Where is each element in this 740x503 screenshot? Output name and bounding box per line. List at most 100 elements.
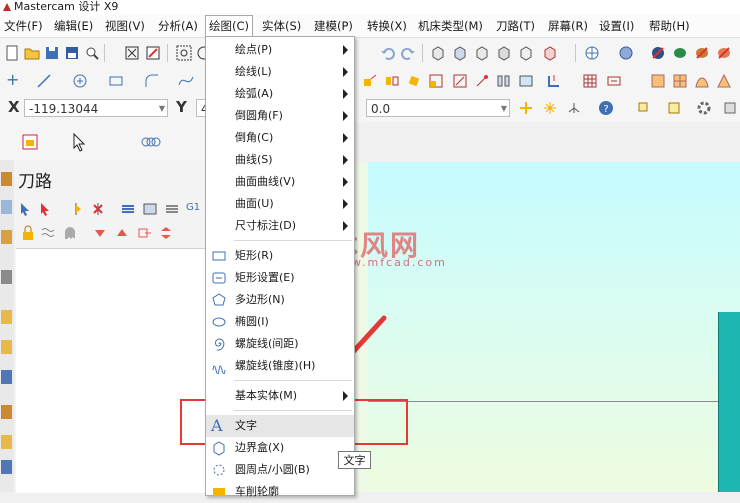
menu-item-line[interactable]: 绘线(L) [206, 61, 354, 83]
graphics-viewport[interactable] [368, 162, 740, 492]
xform-translate-icon[interactable] [362, 73, 378, 89]
menu-item-surface[interactable]: 曲面(U) [206, 193, 354, 215]
planes-icon[interactable] [542, 45, 558, 61]
view-side-icon[interactable] [474, 45, 490, 61]
new-file-icon[interactable] [4, 45, 20, 61]
analyze-icon[interactable] [1, 460, 12, 474]
cylinder-icon[interactable] [1, 340, 12, 354]
open-folder-icon[interactable] [24, 45, 40, 61]
globe-icon[interactable] [584, 45, 600, 61]
chain-select-icon[interactable] [140, 132, 162, 152]
layer-select-icon[interactable] [636, 100, 652, 116]
revolve-surface-icon[interactable] [694, 73, 710, 89]
stock-icon[interactable] [1, 405, 12, 419]
menu-toolpaths[interactable]: 刀路(T) [493, 15, 538, 37]
menu-screen[interactable]: 屏幕(R) [545, 15, 591, 37]
menu-item-bolt-circle[interactable]: 圆周点/小圆(B) [206, 459, 354, 481]
autocursor-settings-icon[interactable] [542, 100, 558, 116]
menu-item-primitives[interactable]: 基本实体(M) [206, 385, 354, 407]
rectangle-tool-icon[interactable] [108, 73, 124, 89]
xform-offset-icon[interactable] [452, 73, 468, 89]
lock-icon[interactable] [20, 225, 36, 241]
backplot-icon[interactable] [120, 201, 136, 217]
menu-item-surface-curve[interactable]: 曲面曲线(V) [206, 171, 354, 193]
sweep-surface-icon[interactable] [716, 73, 732, 89]
insert-arrow-icon[interactable] [136, 225, 152, 241]
select-failed-icon[interactable] [38, 201, 54, 217]
post-g1-icon[interactable]: G1 [186, 202, 200, 213]
menu-item-spiral[interactable]: 螺旋线(间距) [206, 333, 354, 355]
home-machine-icon[interactable] [20, 132, 40, 152]
select-all-icon[interactable] [18, 201, 34, 217]
clear-colors-icon[interactable] [722, 100, 738, 116]
menu-item-helix[interactable]: 螺旋线(锥度)(H) [206, 355, 354, 377]
measure-icon[interactable] [1, 270, 12, 284]
menu-analyze[interactable]: 分析(A) [155, 15, 201, 37]
menu-help[interactable]: 帮助(H) [646, 15, 693, 37]
save-icon[interactable] [44, 45, 60, 61]
xform-stretch-icon[interactable] [496, 73, 512, 89]
z-coordinate-input[interactable]: 0.0 ▼ [366, 99, 510, 117]
grid-icon[interactable] [582, 73, 598, 89]
select-cursor-icon[interactable] [70, 132, 90, 152]
toggle-display-icon[interactable] [40, 225, 56, 241]
undo-icon[interactable] [380, 45, 396, 61]
toolpath-tree[interactable] [16, 248, 206, 493]
xform-project-icon[interactable] [518, 73, 534, 89]
level-icon[interactable] [666, 100, 682, 116]
menu-create[interactable]: 绘图(C) [205, 15, 254, 38]
fit-screen-icon[interactable] [124, 45, 140, 61]
surface-grid-icon[interactable] [672, 73, 688, 89]
verify-icon[interactable] [142, 201, 158, 217]
wireframe-off-icon[interactable] [694, 45, 710, 61]
move-up-icon[interactable] [114, 225, 130, 241]
menu-item-rectangle-settings[interactable]: 矩形设置(E) [206, 267, 354, 289]
xform-mirror-icon[interactable] [384, 73, 400, 89]
ghost-icon[interactable] [62, 225, 78, 241]
menu-xform[interactable]: 转换(X) [364, 15, 410, 37]
view-iso-icon[interactable] [496, 45, 512, 61]
regenerate-icon[interactable] [68, 201, 84, 217]
view-front-icon[interactable] [452, 45, 468, 61]
xform-array-icon[interactable] [474, 73, 490, 89]
shading-red-icon[interactable] [650, 45, 666, 61]
circle-center-icon[interactable] [72, 73, 88, 89]
menu-item-curve[interactable]: 曲线(S) [206, 149, 354, 171]
menu-machine-type[interactable]: 机床类型(M) [415, 15, 486, 37]
surface-icon[interactable] [650, 73, 666, 89]
level-manager-icon[interactable] [1, 172, 12, 186]
x-coordinate-input[interactable]: -119.13044 ▼ [24, 99, 168, 117]
solid-model-block[interactable] [718, 312, 740, 492]
menu-item-dimension[interactable]: 尺寸标注(D) [206, 215, 354, 237]
menu-item-ellipse[interactable]: 椭圆(I) [206, 311, 354, 333]
menu-settings[interactable]: 设置(I) [596, 15, 637, 37]
save-as-icon[interactable] [64, 45, 80, 61]
menu-file[interactable]: 文件(F) [1, 15, 46, 37]
regenerate-dirty-icon[interactable] [90, 201, 106, 217]
menu-item-polygon[interactable]: 多边形(N) [206, 289, 354, 311]
menu-item-rectangle[interactable]: 矩形(R) [206, 245, 354, 267]
help-icon[interactable]: ? [598, 100, 614, 116]
xform-rotate-icon[interactable] [406, 73, 422, 89]
menu-item-bounding-box[interactable]: 边界盒(X) [206, 437, 354, 459]
fixture-icon[interactable] [1, 435, 12, 449]
point-plus-icon[interactable]: + [6, 70, 19, 89]
menu-solids[interactable]: 实体(S) [259, 15, 304, 37]
view-normal-icon[interactable] [518, 45, 534, 61]
autocursor-overrides-icon[interactable] [566, 100, 582, 116]
xform-scale-icon[interactable] [428, 73, 444, 89]
menu-item-turn-profile[interactable]: 车削轮廓 [206, 481, 354, 503]
simulate-icon[interactable] [164, 201, 180, 217]
hidden-line-icon[interactable] [716, 45, 732, 61]
box-icon[interactable] [1, 310, 12, 324]
shaded-sphere-icon[interactable] [618, 45, 634, 61]
view-top-icon[interactable] [430, 45, 446, 61]
drafting-icon[interactable] [606, 73, 622, 89]
toolpath-manager-icon[interactable] [1, 230, 12, 244]
menu-item-arc[interactable]: 绘弧(A) [206, 83, 354, 105]
expand-collapse-icon[interactable] [158, 225, 174, 241]
solids-manager-icon[interactable] [1, 200, 12, 214]
move-down-icon[interactable] [92, 225, 108, 241]
fillet-tool-icon[interactable] [144, 73, 160, 89]
trim-icon[interactable] [546, 73, 562, 89]
